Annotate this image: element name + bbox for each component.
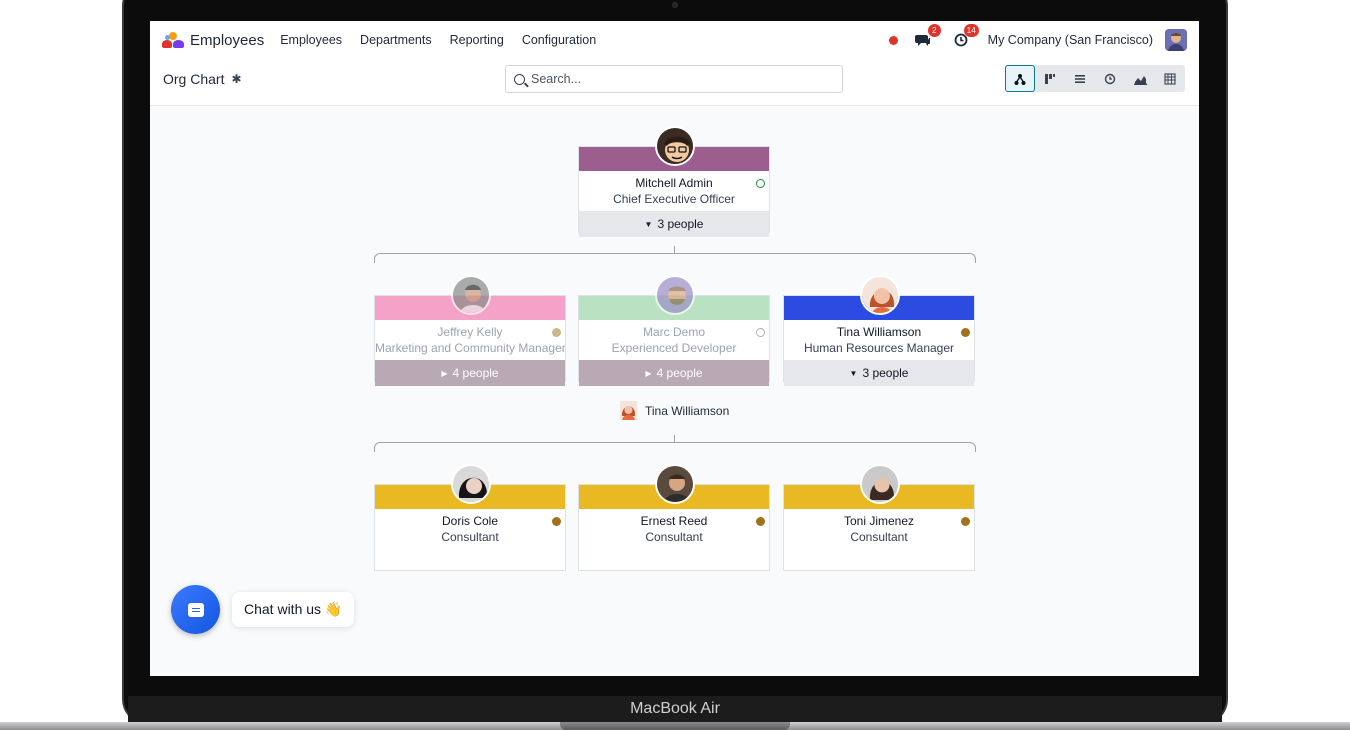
livechat-button[interactable]: [171, 585, 220, 634]
expand-people-button[interactable]: ▶ 4 people: [375, 360, 565, 386]
app-name: Employees: [190, 31, 265, 49]
top-navbar: Employees Employees Departments Reportin…: [150, 21, 1199, 59]
caret-down-icon: ▼: [644, 219, 653, 229]
manager-avatar: [620, 401, 637, 420]
chat-icon: [914, 35, 930, 46]
company-switcher[interactable]: My Company (San Francisco): [988, 33, 1153, 47]
org-connector: [374, 442, 976, 452]
presence-icon: [961, 517, 970, 526]
activities-button[interactable]: 14: [950, 24, 979, 49]
manager-name: Tina Williamson: [645, 403, 730, 418]
employee-card-toni-jimenez[interactable]: Toni Jimenez Consultant: [783, 464, 975, 571]
employee-card-marc-demo[interactable]: Marc Demo Experienced Developer ▶ 4 peop…: [578, 275, 770, 386]
hierarchy-view-button[interactable]: [1005, 65, 1035, 92]
org-connector-tick: [674, 246, 675, 253]
messages-button[interactable]: 2: [912, 24, 941, 49]
employee-job: Experienced Developer: [611, 341, 737, 355]
employee-job: Consultant: [850, 530, 908, 544]
expand-people-button[interactable]: ▼ 3 people: [784, 360, 974, 386]
search-input[interactable]: [531, 72, 811, 86]
device-label: MacBook Air: [630, 700, 720, 717]
gear-icon[interactable]: ✱: [231, 72, 241, 86]
page-title: Org Chart: [163, 71, 225, 87]
presence-icon: [961, 328, 970, 337]
search-icon: [514, 73, 525, 85]
graph-view-button[interactable]: [1125, 65, 1155, 92]
employee-card-tina-williamson[interactable]: Tina Williamson Human Resources Manager …: [783, 275, 975, 386]
livechat-label[interactable]: Chat with us 👋: [232, 592, 355, 627]
presence-icon: [552, 328, 561, 337]
employees-app-icon: [162, 32, 184, 48]
subtree-manager-row[interactable]: Tina Williamson: [620, 401, 729, 420]
employee-name: Mitchell Admin: [579, 175, 769, 191]
view-switcher: [1005, 65, 1185, 92]
camera-icon: [672, 2, 678, 8]
kanban-icon: [1045, 73, 1055, 84]
page-title-wrap: Org Chart ✱: [163, 71, 242, 87]
pivot-view-button[interactable]: [1155, 65, 1185, 92]
expand-people-button[interactable]: ▼ 3 people: [579, 211, 769, 237]
caret-right-icon: ▶: [645, 368, 652, 378]
presence-icon: [552, 517, 561, 526]
activity-view-button[interactable]: [1095, 65, 1125, 92]
employee-card-root[interactable]: Mitchell Admin Chief Executive Officer ▼…: [578, 126, 770, 237]
list-icon: [1075, 74, 1085, 83]
employee-avatar: [451, 275, 491, 315]
employee-avatar: [655, 126, 695, 166]
laptop-base-notch: [560, 722, 790, 730]
employee-avatar: [655, 275, 695, 315]
employee-job: Marketing and Community Manager: [375, 341, 565, 355]
employee-card-doris-cole[interactable]: Doris Cole Consultant: [374, 464, 566, 571]
employee-avatar: [860, 464, 900, 504]
app-brand[interactable]: Employees: [162, 32, 264, 49]
menu-reporting[interactable]: Reporting: [450, 33, 504, 47]
search-box[interactable]: [505, 65, 843, 93]
activity-icon: [1104, 73, 1116, 84]
employee-name: Tina Williamson: [784, 324, 974, 340]
employee-job: Consultant: [441, 530, 499, 544]
menu-employees[interactable]: Employees: [280, 33, 342, 47]
employee-name: Doris Cole: [375, 513, 565, 529]
employee-card-jeffrey-kelly[interactable]: Jeffrey Kelly Marketing and Community Ma…: [374, 275, 566, 386]
pivot-icon: [1164, 72, 1176, 85]
employee-avatar: [451, 464, 491, 504]
org-connector-tick: [674, 435, 675, 442]
navbar-systray: 2 14 My Company (San Francisco): [888, 24, 1187, 51]
menu-configuration[interactable]: Configuration: [522, 33, 596, 47]
org-connector: [374, 253, 976, 263]
employee-job: Chief Executive Officer: [613, 192, 735, 206]
control-panel: Org Chart ✱: [150, 59, 1199, 106]
employee-job: Consultant: [645, 530, 703, 544]
app-screen: Employees Employees Departments Reportin…: [150, 21, 1199, 676]
presence-icon: [756, 517, 765, 526]
kanban-view-button[interactable]: [1035, 65, 1065, 92]
employee-name: Marc Demo: [579, 324, 769, 340]
status-indicator[interactable]: [888, 35, 898, 45]
employee-name: Jeffrey Kelly: [375, 324, 565, 340]
employee-card-ernest-reed[interactable]: Ernest Reed Consultant: [578, 464, 770, 571]
presence-icon: [756, 179, 765, 188]
messages-badge: 2: [927, 24, 941, 37]
chat-bubble-icon: [187, 602, 204, 617]
caret-down-icon: ▼: [849, 368, 858, 378]
employee-avatar: [655, 464, 695, 504]
list-view-button[interactable]: [1065, 65, 1095, 92]
activities-badge: 14: [963, 24, 979, 37]
hierarchy-icon: [1014, 73, 1026, 85]
manager-portrait-icon: [620, 401, 637, 420]
employee-avatar: [860, 275, 900, 315]
employee-job: Human Resources Manager: [803, 341, 955, 355]
presence-icon: [756, 328, 765, 337]
employee-name: Ernest Reed: [579, 513, 769, 529]
graph-icon: [1133, 75, 1147, 85]
menu-departments[interactable]: Departments: [360, 33, 432, 47]
user-portrait-icon: [1165, 29, 1187, 51]
employee-name: Toni Jimenez: [784, 513, 974, 529]
user-avatar[interactable]: [1165, 29, 1187, 51]
expand-people-button[interactable]: ▶ 4 people: [579, 360, 769, 386]
caret-right-icon: ▶: [441, 368, 448, 378]
